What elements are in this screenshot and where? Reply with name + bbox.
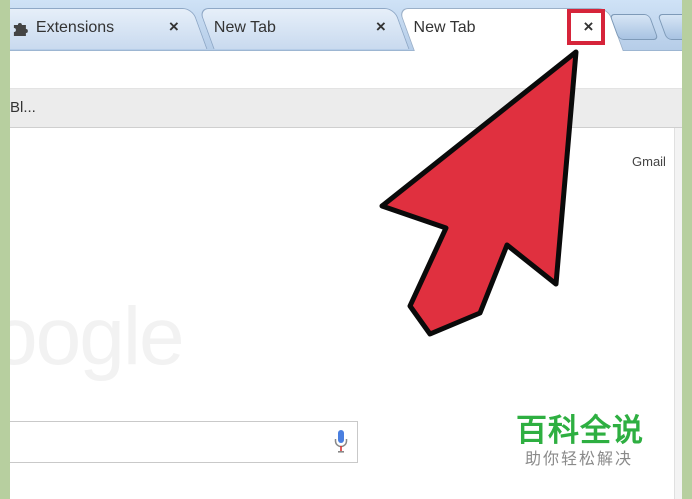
close-icon[interactable]: × (376, 17, 386, 37)
watermark-title: 百科全说 (516, 413, 644, 449)
bookmarks-bar: Bl... (10, 89, 682, 128)
bookmark-item[interactable]: Bl... (10, 99, 36, 116)
tab-strip: Extensions × New Tab × New Tab × (10, 0, 682, 51)
puzzle-icon (13, 23, 28, 36)
close-button-highlight (567, 9, 605, 45)
browser-window: Extensions × New Tab × New Tab × Bl... G… (10, 0, 682, 499)
close-icon[interactable]: × (169, 17, 179, 37)
search-input[interactable] (10, 421, 358, 463)
tab-new-tab[interactable]: New Tab × (198, 8, 410, 49)
tab-extensions[interactable]: Extensions × (10, 8, 208, 49)
address-bar[interactable] (10, 51, 682, 89)
gmail-link[interactable]: Gmail (632, 154, 666, 169)
tab-label: Extensions (35, 19, 115, 36)
google-logo: oogle (10, 291, 185, 382)
tab-label: New Tab (213, 19, 276, 36)
tab-label: New Tab (413, 19, 476, 36)
scrollbar[interactable] (674, 128, 682, 499)
microphone-icon[interactable] (334, 429, 348, 455)
new-tab-button[interactable] (609, 14, 659, 40)
window-edge (657, 14, 682, 40)
watermark-subtitle: 助你轻松解决 (525, 449, 634, 468)
